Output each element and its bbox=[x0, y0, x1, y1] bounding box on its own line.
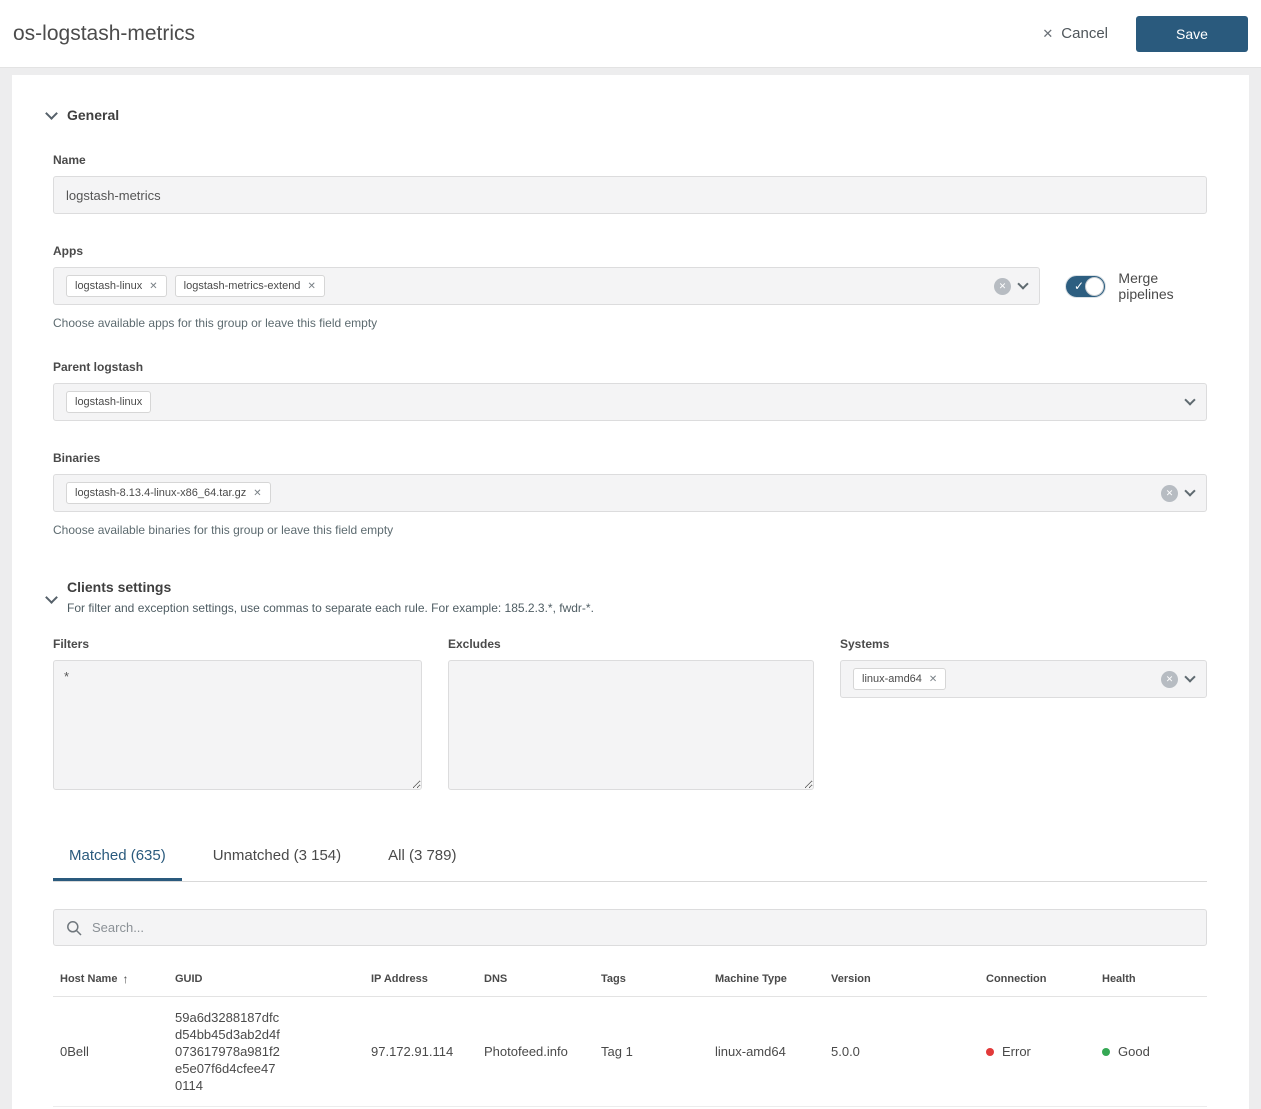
column-header-health[interactable]: Health bbox=[1095, 972, 1207, 986]
parent-tag-chip: logstash-linux bbox=[66, 391, 152, 413]
cell-version: 5.0.0 bbox=[831, 1044, 860, 1059]
systems-field: Systems linux-amd64 ✕ ✕ bbox=[840, 637, 1207, 795]
parent-logstash-field: Parent logstash logstash-linux bbox=[53, 360, 1207, 421]
binaries-label: Binaries bbox=[53, 451, 101, 465]
merge-pipelines-toggle[interactable]: ✓ bbox=[1065, 274, 1107, 298]
name-label: Name bbox=[53, 153, 86, 167]
check-icon: ✓ bbox=[1074, 279, 1085, 293]
filters-textarea[interactable]: * bbox=[53, 660, 422, 790]
chevron-down-icon bbox=[45, 106, 58, 120]
remove-tag-icon[interactable]: ✕ bbox=[149, 281, 157, 292]
systems-select[interactable]: linux-amd64 ✕ ✕ bbox=[840, 660, 1207, 698]
cell-tags: Tag 1 bbox=[601, 1044, 633, 1059]
cell-dns: Photofeed.info bbox=[484, 1044, 568, 1059]
clear-all-icon[interactable]: ✕ bbox=[994, 277, 1011, 295]
clients-settings-subtitle: For filter and exception settings, use c… bbox=[67, 601, 594, 615]
app-tag-chip: logstash-linux ✕ bbox=[66, 275, 167, 297]
sort-ascending-icon: ↑ bbox=[122, 972, 129, 986]
column-header-hostname[interactable]: Host Name ↑ bbox=[53, 972, 168, 986]
column-header-ip[interactable]: IP Address bbox=[364, 972, 477, 986]
excludes-field: Excludes bbox=[448, 637, 814, 795]
tab-all[interactable]: All (3 789) bbox=[372, 833, 472, 881]
systems-label: Systems bbox=[840, 637, 890, 651]
name-input[interactable] bbox=[53, 176, 1207, 214]
app-tag-label: logstash-linux bbox=[75, 280, 143, 292]
apps-field: Apps logstash-linux ✕ logstash-metrics-e… bbox=[53, 244, 1207, 330]
form-card: General Name Apps logstash-linux ✕ logst… bbox=[12, 75, 1249, 1109]
system-tag-chip: linux-amd64 ✕ bbox=[853, 668, 947, 690]
clear-all-icon[interactable]: ✕ bbox=[1161, 670, 1178, 688]
app-tag-chip: logstash-metrics-extend ✕ bbox=[174, 275, 325, 297]
client-tabs: Matched (635) Unmatched (3 154) All (3 7… bbox=[53, 833, 1207, 882]
cell-hostname: 0Bell bbox=[60, 1044, 89, 1059]
page-title: os-logstash-metrics bbox=[13, 21, 196, 45]
remove-tag-icon[interactable]: ✕ bbox=[253, 488, 261, 499]
excludes-textarea[interactable] bbox=[448, 660, 814, 790]
binaries-field: Binaries logstash-8.13.4-linux-x86_64.ta… bbox=[53, 451, 1207, 537]
tab-unmatched[interactable]: Unmatched (3 154) bbox=[197, 833, 357, 881]
merge-pipelines-label: Merge pipelines bbox=[1118, 270, 1174, 302]
table-header-row: Host Name ↑ GUID IP Address DNS Tags Mac… bbox=[53, 962, 1207, 997]
app-tag-label: logstash-metrics-extend bbox=[183, 280, 301, 292]
column-header-machine-type[interactable]: Machine Type bbox=[708, 972, 824, 986]
merge-pipelines-control: ✓ Merge pipelines bbox=[1065, 270, 1207, 302]
column-header-guid[interactable]: GUID bbox=[168, 972, 364, 986]
cell-connection: Error bbox=[979, 1044, 1095, 1059]
clear-all-icon[interactable]: ✕ bbox=[1161, 484, 1178, 502]
parent-logstash-label: Parent logstash bbox=[53, 360, 144, 374]
parent-tag-label: logstash-linux bbox=[75, 396, 143, 408]
binaries-help-text: Choose available binaries for this group… bbox=[53, 523, 394, 537]
clients-settings-section-header[interactable]: Clients settings For filter and exceptio… bbox=[45, 579, 1207, 615]
apps-help-text: Choose available apps for this group or … bbox=[53, 316, 378, 330]
remove-tag-icon[interactable]: ✕ bbox=[307, 281, 315, 292]
excludes-label: Excludes bbox=[448, 637, 501, 651]
column-header-tags[interactable]: Tags bbox=[594, 972, 708, 986]
parent-logstash-select[interactable]: logstash-linux bbox=[53, 383, 1207, 421]
topbar-actions: ✕ Cancel Save bbox=[1042, 15, 1248, 52]
name-field: Name bbox=[53, 153, 1207, 214]
apps-label: Apps bbox=[53, 244, 83, 258]
column-header-dns[interactable]: DNS bbox=[477, 972, 594, 986]
topbar: os-logstash-metrics ✕ Cancel Save bbox=[0, 0, 1261, 68]
chevron-down-icon[interactable] bbox=[1184, 485, 1196, 497]
column-header-connection[interactable]: Connection bbox=[979, 972, 1095, 986]
filters-label: Filters bbox=[53, 637, 90, 651]
apps-select[interactable]: logstash-linux ✕ logstash-metrics-extend… bbox=[53, 267, 1040, 305]
tab-matched[interactable]: Matched (635) bbox=[53, 833, 182, 881]
remove-tag-icon[interactable]: ✕ bbox=[929, 674, 937, 685]
cell-ip: 97.172.91.114 bbox=[371, 1044, 454, 1059]
search-box bbox=[53, 909, 1207, 946]
table-row[interactable]: 0Bell 59a6d3288187dfcd54bb45d3ab2d4f0736… bbox=[53, 997, 1207, 1107]
binary-tag-chip: logstash-8.13.4-linux-x86_64.tar.gz ✕ bbox=[66, 482, 271, 504]
cancel-label: Cancel bbox=[1061, 25, 1108, 42]
cell-machine-type: linux-amd64 bbox=[715, 1044, 786, 1059]
system-tag-label: linux-amd64 bbox=[862, 673, 922, 685]
clients-settings-fields: Filters * Excludes Systems linux-amd64 ✕… bbox=[53, 637, 1207, 795]
column-header-version[interactable]: Version bbox=[824, 972, 979, 986]
chevron-down-icon[interactable] bbox=[1017, 278, 1029, 290]
general-section-header[interactable]: General bbox=[45, 106, 1207, 123]
good-status-dot bbox=[1102, 1047, 1110, 1056]
general-section-title: General bbox=[67, 107, 120, 123]
cell-guid: 59a6d3288187dfcd54bb45d3ab2d4f073617978a… bbox=[175, 1010, 280, 1093]
search-icon bbox=[67, 920, 82, 936]
chevron-down-icon[interactable] bbox=[1184, 394, 1196, 406]
filters-field: Filters * bbox=[53, 637, 422, 795]
toggle-knob bbox=[1085, 276, 1105, 296]
cell-health: Good bbox=[1095, 1044, 1207, 1059]
binary-tag-label: logstash-8.13.4-linux-x86_64.tar.gz bbox=[75, 487, 247, 499]
error-status-dot bbox=[986, 1047, 994, 1056]
chevron-down-icon[interactable] bbox=[1184, 671, 1196, 683]
search-input[interactable] bbox=[92, 920, 1194, 935]
cancel-button[interactable]: ✕ Cancel bbox=[1042, 25, 1108, 42]
save-button[interactable]: Save bbox=[1136, 15, 1248, 52]
close-icon: ✕ bbox=[1042, 25, 1054, 41]
chevron-down-icon bbox=[45, 591, 58, 604]
clients-table: Host Name ↑ GUID IP Address DNS Tags Mac… bbox=[53, 962, 1207, 1109]
clients-settings-title: Clients settings bbox=[67, 579, 172, 595]
binaries-select[interactable]: logstash-8.13.4-linux-x86_64.tar.gz ✕ ✕ bbox=[53, 474, 1207, 512]
